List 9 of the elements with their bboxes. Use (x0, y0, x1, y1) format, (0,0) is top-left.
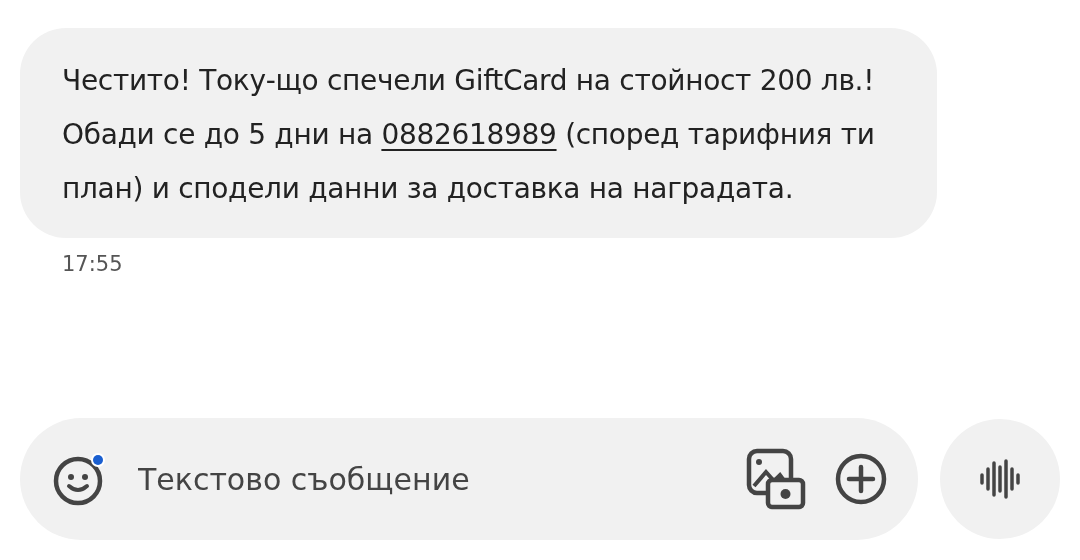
add-icon[interactable] (834, 452, 888, 506)
gallery-icon[interactable] (746, 448, 806, 510)
waveform-icon (979, 459, 1021, 499)
message-field[interactable]: Текстово съобщение (136, 460, 718, 498)
emoji-icon[interactable] (52, 451, 108, 507)
phone-link[interactable]: 0882618989 (381, 118, 557, 151)
compose-bar[interactable]: Текстово съобщение (20, 418, 918, 540)
message-time: 17:55 (62, 252, 123, 276)
message-text: Честито! Току-що спечели GiftCard на стойност 200 лв.! Обади се до 5 дни на 0882618989 (според тарифния ти план) и сподели данни за доставка на наградата. (62, 63, 876, 207)
